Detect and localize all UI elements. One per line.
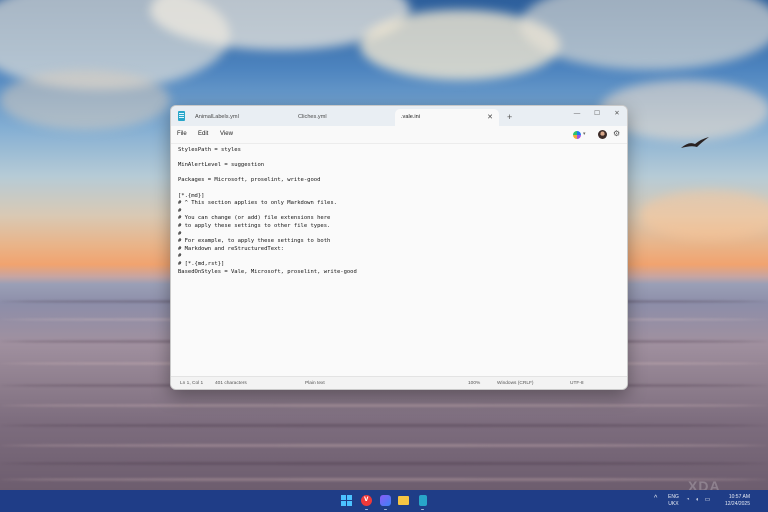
menu-view[interactable]: View [220, 126, 233, 143]
avatar-icon[interactable] [598, 130, 607, 139]
editor-content[interactable]: StylesPath = styles MinAlertLevel = sugge… [178, 147, 357, 276]
clock-date: 12/24/2025 [724, 500, 750, 507]
editor-line[interactable]: MinAlertLevel = suggestion [178, 162, 357, 170]
vivaldi-icon[interactable] [361, 494, 372, 506]
dune-ripple [0, 424, 768, 427]
tab-label: Cliches.yml [298, 114, 327, 120]
editor-line[interactable]: StylesPath = styles [178, 147, 357, 155]
tab-vale-ini[interactable]: .vale.ini ✕ [395, 109, 499, 126]
editor-line[interactable]: # ^ This section applies to only Markdow… [178, 200, 357, 208]
zoom-level[interactable]: 100% [468, 377, 480, 389]
start-icon[interactable] [341, 495, 352, 506]
dune-ripple [0, 444, 768, 447]
chevron-down-icon[interactable]: ▾ [583, 126, 586, 143]
dune-ripple [0, 478, 768, 481]
file-format[interactable]: Plain text [305, 377, 325, 389]
cursor-position: Ln 1, Col 1 [180, 381, 204, 386]
notepad-window: AnimalLabels.yml Cliches.yml .vale.ini ✕… [170, 105, 628, 390]
close-tab-icon[interactable]: ✕ [487, 109, 493, 126]
tray-chevron-icon[interactable]: ^ [654, 495, 657, 502]
character-count: 401 characters [215, 381, 247, 386]
editor-line[interactable]: [*.{md}] [178, 193, 357, 201]
editor-line[interactable]: # You can change (or add) file extension… [178, 215, 357, 223]
editor-line[interactable] [178, 155, 357, 163]
text-editor[interactable]: StylesPath = styles MinAlertLevel = sugge… [171, 143, 627, 376]
editor-line[interactable]: BasedOnStyles = Vale, Microsoft, proseli… [178, 269, 357, 277]
running-indicator [384, 509, 387, 510]
bird-image [681, 137, 709, 148]
line-ending[interactable]: Windows (CRLF) [497, 377, 534, 389]
system-status-icons[interactable]: ◔ ◖ ▭ [686, 496, 712, 503]
tab-label: .vale.ini [401, 114, 420, 120]
notepad-app-icon [178, 111, 185, 121]
editor-line[interactable]: # For example, to apply these settings t… [178, 238, 357, 246]
menu-file[interactable]: File [177, 126, 187, 143]
copilot-icon[interactable] [573, 131, 581, 139]
cloud [640, 190, 768, 240]
editor-line[interactable]: # [178, 231, 357, 239]
editor-line[interactable]: # Markdown and reStructuredText: [178, 246, 357, 254]
editor-line[interactable] [178, 185, 357, 193]
tab-bar: AnimalLabels.yml Cliches.yml .vale.ini ✕… [171, 106, 627, 126]
minimize-button[interactable]: — [567, 107, 587, 121]
notepad-icon[interactable] [419, 495, 427, 506]
tab-animallabels[interactable]: AnimalLabels.yml [189, 109, 289, 126]
dune-ripple [0, 404, 768, 407]
menu-edit[interactable]: Edit [198, 126, 208, 143]
cloud [520, 0, 768, 70]
editor-line[interactable]: # to apply these settings to other file … [178, 223, 357, 231]
language-code: ENG [668, 494, 679, 500]
menu-bar: File Edit View ▾ ⚙ [171, 126, 627, 143]
clock[interactable]: 10:57 AM 12/24/2025 [720, 494, 750, 507]
feather-icon[interactable] [380, 495, 391, 506]
editor-line[interactable]: Packages = Microsoft, proselint, write-g… [178, 177, 357, 185]
keyboard-layout: UKX [668, 500, 679, 507]
editor-line[interactable]: # [*.{md,rst}] [178, 261, 357, 269]
encoding[interactable]: UTF-8 [570, 377, 584, 389]
file-explorer-icon[interactable] [398, 496, 409, 505]
new-tab-button[interactable]: + [507, 109, 512, 126]
cloud [0, 70, 170, 130]
tab-cliches[interactable]: Cliches.yml [292, 109, 392, 126]
editor-line[interactable] [178, 170, 357, 178]
maximize-button[interactable]: ☐ [587, 107, 607, 121]
language-indicator[interactable]: ENG UKX [668, 494, 679, 507]
editor-line[interactable]: # [178, 208, 357, 216]
running-indicator [421, 509, 424, 510]
status-bar: Ln 1, Col 1 401 characters Plain text 10… [171, 376, 627, 389]
tab-label: AnimalLabels.yml [195, 114, 239, 120]
close-window-button[interactable]: ✕ [607, 107, 627, 121]
dune-ripple [0, 462, 768, 465]
taskbar: ^ ENG UKX ◔ ◖ ▭ 10:57 AM 12/24/2025 [0, 490, 768, 512]
gear-icon[interactable]: ⚙ [613, 129, 620, 139]
running-indicator [365, 509, 368, 510]
editor-line[interactable]: # [178, 253, 357, 261]
